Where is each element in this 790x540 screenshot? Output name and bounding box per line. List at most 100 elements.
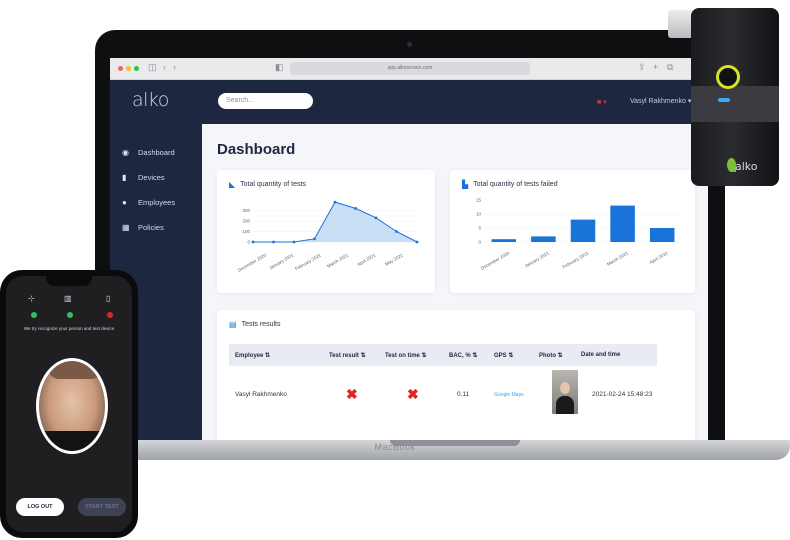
bar[interactable] — [610, 205, 635, 242]
tabs-icon[interactable]: ⧉ — [667, 62, 673, 73]
photo-body — [556, 396, 574, 414]
photo-face — [560, 382, 570, 394]
sidebar-item-label: Devices — [138, 173, 165, 182]
sidebar-toggle-icon[interactable]: ◫ — [148, 62, 157, 73]
column-header-test-on-time[interactable]: Test on time ⇅ — [385, 352, 427, 359]
user-menu[interactable]: Vasyl Rakhmenko ▾ — [630, 97, 691, 105]
logout-button[interactable]: LOG OUT — [16, 498, 64, 516]
data-point[interactable] — [354, 207, 357, 210]
x-tick-label: February 2021 — [562, 250, 590, 269]
laptop-camera — [407, 42, 412, 47]
device-logo: alko — [735, 160, 758, 173]
area-fill — [253, 202, 417, 242]
y-tick-label: 10 — [476, 212, 482, 217]
breathalyzer-device: alko — [691, 8, 779, 186]
x-tick-label: December 2020 — [237, 252, 268, 273]
bar[interactable] — [491, 239, 517, 242]
minimize-window-button[interactable] — [126, 66, 131, 71]
language-caret: ▾ — [603, 99, 607, 106]
phone-screen: ⊹ ▥ ▯ We try recognize your person and t… — [6, 276, 132, 532]
power-ring-icon — [716, 65, 740, 89]
phone-instruction: We try recognize your person and test de… — [23, 326, 115, 331]
x-tick-label: January 2021 — [268, 252, 295, 270]
face-capture-frame — [36, 358, 108, 454]
fail-icon: ✖ — [346, 386, 358, 402]
bar[interactable] — [531, 236, 556, 242]
sidebar-item-policies[interactable]: ▦ Policies — [122, 223, 164, 232]
sidebar-item-devices[interactable]: ▮ Devices — [122, 173, 165, 182]
tests-chart-card: ◣ Total quantity of tests 0 100 200 300 Dece… — [217, 170, 435, 293]
table-header: Employee ⇅ Test result ⇅ Test on time ⇅ … — [229, 344, 657, 366]
data-point[interactable] — [292, 240, 296, 244]
column-header-test-result[interactable]: Test result ⇅ — [329, 352, 366, 359]
x-tick-label: April 2021 — [649, 250, 669, 265]
user-icon: ● — [122, 198, 127, 207]
data-point[interactable] — [415, 240, 419, 244]
x-tick-label: February 2021 — [294, 252, 322, 271]
employee-photo[interactable] — [552, 370, 578, 414]
status-dot-device — [67, 312, 73, 318]
y-tick-label: 300 — [242, 208, 250, 213]
x-tick-label: May 2021 — [384, 252, 404, 266]
maximize-window-button[interactable] — [134, 66, 139, 71]
device-icon: ▮ — [122, 173, 127, 182]
app-logo[interactable]: alko — [132, 89, 169, 111]
app-header: alko Search... ■ ▾ Vasyl Rakhmenko ▾ — [110, 80, 708, 124]
column-header-employee[interactable]: Employee ⇅ — [235, 352, 270, 359]
fail-icon: ✖ — [407, 386, 419, 402]
table-icon: ▦ — [122, 223, 130, 232]
y-tick-label: 15 — [476, 198, 482, 203]
language-selector[interactable]: ■ ▾ — [597, 98, 607, 106]
shield-icon[interactable]: ◧ — [275, 62, 284, 73]
barcode-icon: ▥ — [64, 294, 72, 303]
close-window-button[interactable] — [118, 66, 123, 71]
y-tick-label: 100 — [242, 229, 250, 234]
data-point[interactable] — [251, 240, 255, 244]
face-id-icon: ⊹ — [28, 294, 35, 303]
sidebar-item-dashboard[interactable]: ◉ Dashboard — [122, 148, 175, 157]
new-tab-icon[interactable]: + — [653, 62, 658, 72]
column-header-bac[interactable]: BAC, % ⇅ — [449, 352, 477, 359]
flag-icon: ■ — [597, 99, 602, 106]
device-icon: ▯ — [106, 294, 111, 303]
status-dot-test — [107, 312, 113, 318]
data-point[interactable] — [313, 237, 316, 241]
column-header-gps[interactable]: GPS ⇅ — [494, 352, 513, 359]
bar[interactable] — [649, 228, 675, 242]
gps-link[interactable]: Google Maps — [494, 392, 524, 398]
tests-results-card: ▤ Tests results Employee ⇅ Test result ⇅… — [217, 310, 695, 442]
cell-bac: 0.11 — [457, 391, 470, 398]
face-hair — [49, 361, 101, 379]
failed-chart-card: ▙ Total quantity of tests failed 0 5 10 15 D… — [450, 170, 695, 293]
device-band — [691, 86, 779, 122]
column-header-date[interactable]: Date and time — [581, 352, 620, 358]
sidebar-item-label: Employees — [138, 198, 176, 207]
sidebar-item-label: Policies — [138, 223, 164, 232]
data-point[interactable] — [374, 216, 378, 220]
table-icon: ▤ — [229, 320, 237, 329]
card-title: ▤ Tests results — [229, 320, 281, 329]
y-tick-label: 0 — [478, 240, 481, 245]
address-bar[interactable]: app.alkoscreen.com — [290, 62, 530, 75]
search-input[interactable]: Search... — [218, 93, 313, 109]
x-tick-label: December 2020 — [480, 250, 511, 271]
cell-employee: Vasyl Rakhmenko — [235, 391, 287, 398]
share-icon[interactable]: ⇪ — [638, 62, 646, 73]
y-tick-label: 0 — [247, 240, 250, 245]
browser-toolbar: ◫ ‹ › ◧ app.alkoscreen.com ⇪ + ⧉ — [110, 58, 708, 80]
bar[interactable] — [570, 219, 596, 242]
data-point[interactable] — [272, 240, 275, 244]
forward-icon[interactable]: › — [173, 62, 176, 72]
phone-notch — [46, 276, 92, 286]
column-header-photo[interactable]: Photo ⇅ — [539, 352, 563, 359]
y-tick-label: 200 — [242, 219, 250, 224]
laptop-screen: ◫ ‹ › ◧ app.alkoscreen.com ⇪ + ⧉ alko Se… — [110, 58, 708, 442]
page-title: Dashboard — [217, 141, 296, 158]
x-tick-label: March 2021 — [606, 250, 630, 266]
sidebar-item-employees[interactable]: ● Employees — [122, 198, 175, 207]
data-point[interactable] — [395, 230, 398, 233]
sidebar-item-label: Dashboard — [138, 148, 175, 157]
back-icon[interactable]: ‹ — [163, 62, 166, 72]
start-test-button[interactable]: START TEST — [78, 498, 126, 516]
data-point[interactable] — [333, 200, 337, 204]
